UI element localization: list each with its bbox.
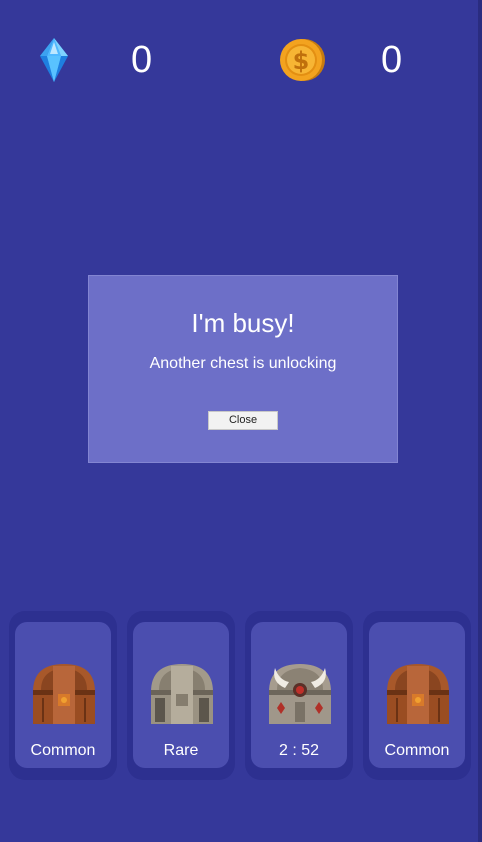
common-wooden-chest-icon [29,658,99,728]
close-button[interactable]: Close [208,411,278,430]
chest-slot-label: Common [30,742,96,759]
screen-edge [478,0,482,842]
chest-slot-card: Common [15,622,111,768]
chest-slot-label: Common [384,742,450,759]
busy-dialog: I'm busy! Another chest is unlocking Clo… [88,275,398,463]
chest-slot-2[interactable]: Rare [127,611,235,780]
gem-count: 0 [131,39,153,81]
chest-slot-card: 2 : 52 [251,622,347,768]
chest-slot-label: Rare [163,742,199,759]
epic-horned-chest-icon [265,658,335,728]
unlock-timer: 2 : 52 [278,742,320,759]
blue-gem-icon [30,36,78,84]
chest-slot-1[interactable]: Common [9,611,117,780]
chest-slot-4[interactable]: Common [363,611,471,780]
chest-slot-card: Common [369,622,465,768]
common-wooden-chest-icon [383,658,453,728]
dialog-message: Another chest is unlocking [149,355,337,372]
chest-slot-3[interactable]: 2 : 52 [245,611,353,780]
gold-coin-icon: $ [278,36,326,84]
coin-count: 0 [381,39,403,81]
svg-text:$: $ [293,47,310,75]
chest-slot-card: Rare [133,622,229,768]
dialog-title: I'm busy! [191,308,295,338]
rare-stone-chest-icon [147,658,217,728]
